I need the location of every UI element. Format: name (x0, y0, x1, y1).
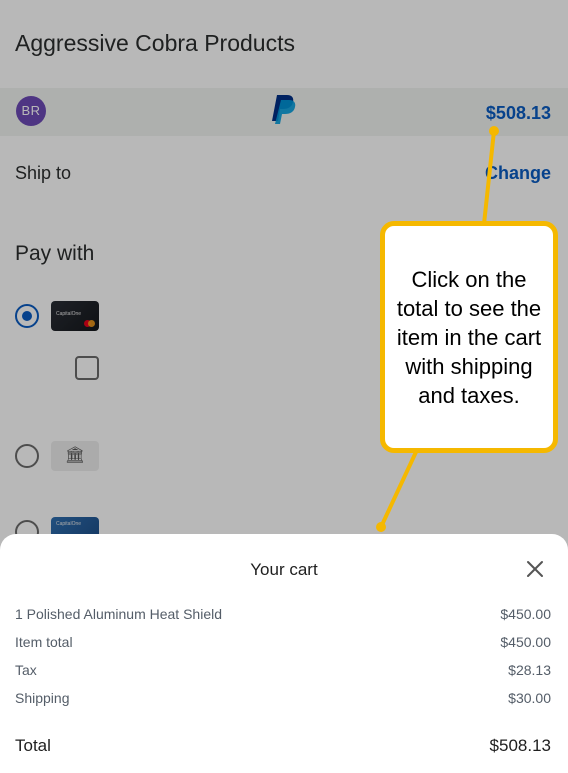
line-item-label: 1 Polished Aluminum Heat Shield (15, 606, 223, 622)
tutorial-callout: Click on the total to see the item in th… (380, 221, 558, 453)
shipping-label: Shipping (15, 690, 70, 706)
item-total-amount: $450.00 (500, 634, 551, 650)
item-total-row: Item total $450.00 (15, 634, 551, 654)
total-amount: $508.13 (489, 736, 551, 755)
cart-title: Your cart (250, 560, 318, 579)
cart-sheet: Your cart 1 Polished Aluminum Heat Shiel… (0, 534, 568, 773)
tax-row: Tax $28.13 (15, 662, 551, 682)
close-icon[interactable] (524, 558, 546, 580)
callout-text: Click on the total to see the item in th… (396, 266, 542, 408)
cart-line-item: 1 Polished Aluminum Heat Shield $450.00 (15, 606, 551, 626)
shipping-row: Shipping $30.00 (15, 690, 551, 710)
tax-amount: $28.13 (508, 662, 551, 678)
total-label: Total (15, 736, 51, 755)
shipping-amount: $30.00 (508, 690, 551, 706)
line-item-amount: $450.00 (500, 606, 551, 622)
item-total-label: Item total (15, 634, 73, 650)
tax-label: Tax (15, 662, 37, 678)
